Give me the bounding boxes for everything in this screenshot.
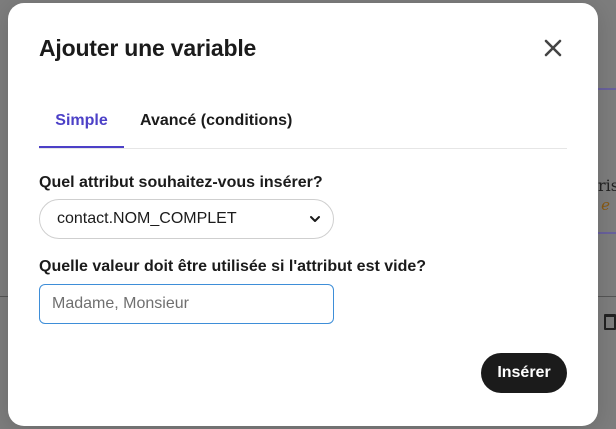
tab-simple[interactable]: Simple — [39, 99, 124, 148]
attribute-label: Quel attribut souhaitez-vous insérer? — [39, 174, 323, 191]
close-button[interactable] — [542, 37, 564, 59]
default-value-label: Quelle valeur doit être utilisée si l'at… — [39, 258, 427, 275]
add-variable-dialog: Ajouter une variable Simple Avancé (cond… — [8, 3, 598, 426]
attribute-select-value: contact.NOM_COMPLET — [57, 210, 237, 227]
default-value-input[interactable] — [39, 284, 334, 324]
background-text-accent: e — [601, 196, 610, 214]
tab-advanced-conditions[interactable]: Avancé (conditions) — [140, 99, 292, 148]
dialog-title: Ajouter une variable — [39, 35, 257, 61]
attribute-select[interactable]: contact.NOM_COMPLET — [39, 199, 334, 239]
trash-icon — [604, 314, 616, 330]
chevron-down-icon — [310, 216, 320, 222]
background-text: ris — [598, 176, 616, 195]
close-icon — [544, 39, 562, 57]
tab-bar: Simple Avancé (conditions) — [39, 99, 567, 149]
insert-button[interactable]: Insérer — [481, 353, 567, 393]
